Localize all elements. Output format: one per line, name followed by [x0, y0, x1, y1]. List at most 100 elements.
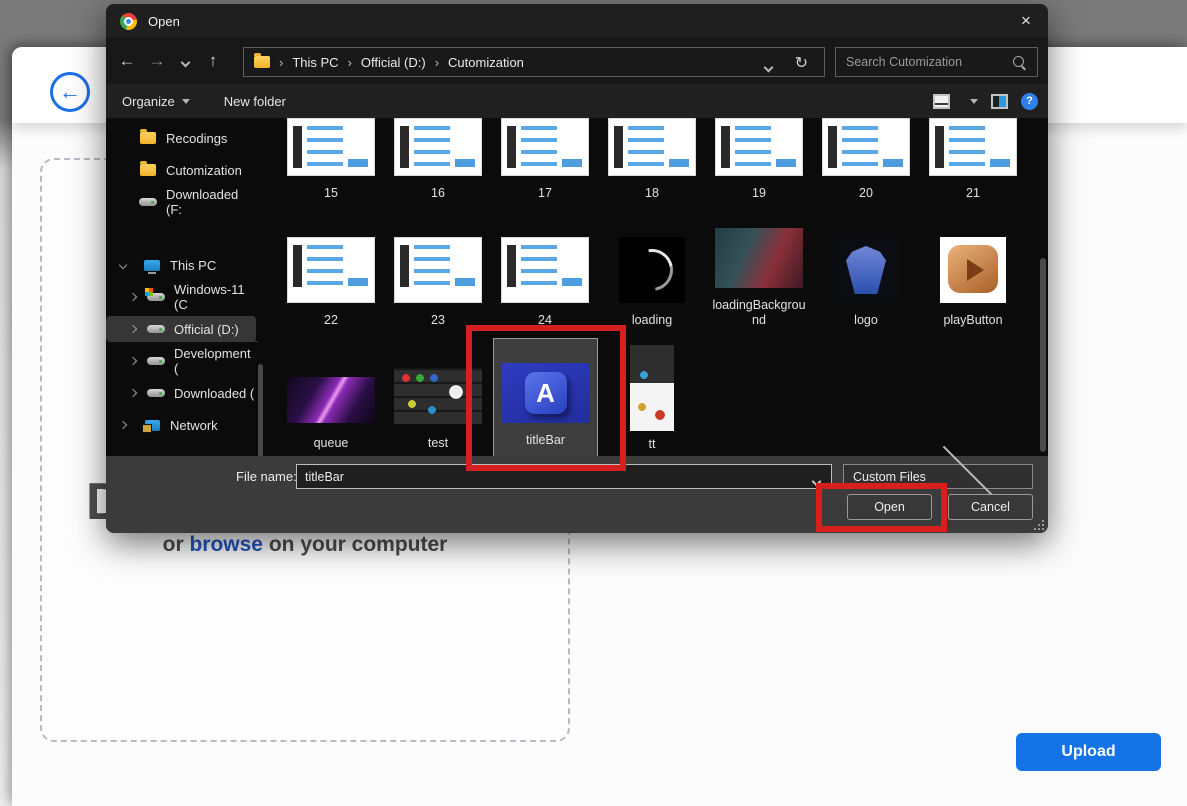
logo-thumbnail [833, 237, 899, 303]
page-back-button[interactable]: ← [50, 72, 90, 112]
file-label: 19 [709, 186, 809, 201]
file-item[interactable]: playButton [925, 237, 1021, 328]
file-thumbnail [630, 345, 674, 431]
file-item[interactable]: 16 [390, 118, 486, 201]
file-thumbnail [608, 118, 696, 176]
file-item[interactable]: loadingBackground [711, 228, 807, 328]
breadcrumb[interactable]: › This PC › Official (D:) › Cutomization… [243, 47, 825, 77]
back-arrow-icon: ← [59, 79, 81, 105]
crumb-separator: › [426, 55, 448, 70]
file-thumbnail [287, 118, 375, 176]
folder-icon [254, 56, 270, 68]
dialog-navbar: ← → ↑ › This PC › Official (D:) › Cutomi… [106, 38, 1048, 84]
network-icon [145, 420, 160, 431]
file-thumbnail [929, 118, 1017, 176]
annotation-box-titlebar-file [466, 325, 626, 471]
change-view-icon[interactable] [933, 94, 950, 109]
view-dropdown-icon[interactable] [970, 99, 978, 104]
dialog-title: Open [148, 14, 180, 29]
sidebar-item-cutomization[interactable]: Cutomization [106, 157, 256, 183]
file-item[interactable]: 15 [283, 118, 379, 201]
breadcrumb-official-d[interactable]: Official (D:) [361, 55, 426, 70]
refresh-icon[interactable]: ↻ [795, 53, 808, 73]
crumb-separator: › [270, 55, 292, 70]
sidebar-item-this-pc[interactable]: This PC [106, 252, 256, 278]
file-label: 21 [923, 186, 1023, 201]
browse-suffix: on your computer [263, 533, 447, 556]
browse-link[interactable]: browse [189, 533, 263, 556]
file-item[interactable]: logo [818, 237, 914, 328]
chrome-icon [120, 13, 137, 30]
file-label: 18 [602, 186, 702, 201]
search-icon [1012, 55, 1027, 70]
upload-button[interactable]: Upload [1016, 733, 1161, 771]
chevron-right-icon[interactable] [129, 325, 137, 333]
file-thumbnail [822, 118, 910, 176]
chevron-right-icon[interactable] [129, 389, 137, 397]
play-button-thumbnail [940, 237, 1006, 303]
sidebar-item-downloaded-f[interactable]: Downloaded (F: [106, 189, 256, 215]
file-label: logo [816, 313, 916, 328]
file-thumbnail [287, 377, 375, 423]
nav-forward-icon[interactable]: → [142, 51, 172, 71]
file-thumbnail [394, 118, 482, 176]
file-item[interactable]: queue [283, 377, 379, 451]
new-folder-button[interactable]: New folder [224, 94, 286, 109]
crumb-separator: › [339, 55, 361, 70]
sidebar-item-network[interactable]: Network [106, 412, 256, 438]
file-thumbnail [501, 237, 589, 303]
search-box[interactable] [835, 47, 1038, 77]
sidebar-item-windows-11-c[interactable]: Windows-11 (C [106, 284, 256, 310]
resize-grip[interactable] [1034, 519, 1045, 530]
file-item[interactable]: loading [604, 237, 700, 328]
this-pc-icon [144, 260, 160, 271]
folder-icon [140, 132, 156, 144]
breadcrumb-cutomization[interactable]: Cutomization [448, 55, 524, 70]
sidebar-item-development[interactable]: Development ( [106, 348, 256, 374]
nav-recent-chevron-icon[interactable] [172, 54, 198, 69]
windows-drive-icon [147, 293, 165, 301]
chevron-right-icon[interactable] [129, 357, 137, 365]
sidebar-item-recodings[interactable]: Recodings [106, 125, 256, 151]
file-label: 22 [281, 313, 381, 328]
file-thumbnail [715, 118, 803, 176]
breadcrumb-this-pc[interactable]: This PC [292, 55, 338, 70]
preview-pane-icon[interactable] [991, 94, 1008, 109]
cancel-button[interactable]: Cancel [948, 494, 1033, 520]
file-item[interactable]: 19 [711, 118, 807, 201]
drive-icon [147, 357, 165, 365]
file-label: 20 [816, 186, 916, 201]
chevron-right-icon[interactable] [129, 293, 137, 301]
chevron-right-icon[interactable] [119, 421, 127, 429]
sidebar-item-official-d[interactable]: Official (D:) [106, 316, 256, 342]
chevron-down-icon[interactable] [119, 261, 127, 269]
file-item[interactable]: 20 [818, 118, 914, 201]
search-input[interactable] [836, 55, 1012, 69]
annotation-box-open-button [816, 483, 947, 532]
file-label: queue [281, 436, 381, 451]
drive-icon [147, 325, 165, 333]
organize-button[interactable]: Organize [122, 94, 190, 109]
file-item[interactable]: 21 [925, 118, 1021, 201]
file-list-scrollbar[interactable] [1040, 258, 1046, 452]
file-label: 17 [495, 186, 595, 201]
nav-up-icon[interactable]: ↑ [198, 51, 228, 71]
file-item[interactable]: 23 [390, 237, 486, 328]
help-icon[interactable]: ? [1021, 93, 1038, 110]
nav-back-icon[interactable]: ← [112, 51, 142, 71]
sidebar-item-downloaded-i[interactable]: Downloaded ( [106, 380, 256, 406]
file-item[interactable]: 24 [497, 237, 593, 328]
dialog-command-bar: Organize New folder ? [106, 84, 1048, 118]
loading-spinner-thumbnail [619, 237, 685, 303]
organize-dropdown-icon [182, 99, 190, 104]
address-dropdown-chevron-icon[interactable] [765, 59, 772, 74]
file-item[interactable]: 18 [604, 118, 700, 201]
file-thumbnail [715, 228, 803, 288]
file-item[interactable]: 17 [497, 118, 593, 201]
file-item[interactable]: 22 [283, 237, 379, 328]
file-thumbnail [394, 237, 482, 303]
close-icon[interactable]: × [1012, 8, 1040, 34]
file-thumbnail [287, 237, 375, 303]
dialog-titlebar[interactable]: Open × [106, 4, 1048, 38]
file-label: playButton [923, 313, 1023, 328]
